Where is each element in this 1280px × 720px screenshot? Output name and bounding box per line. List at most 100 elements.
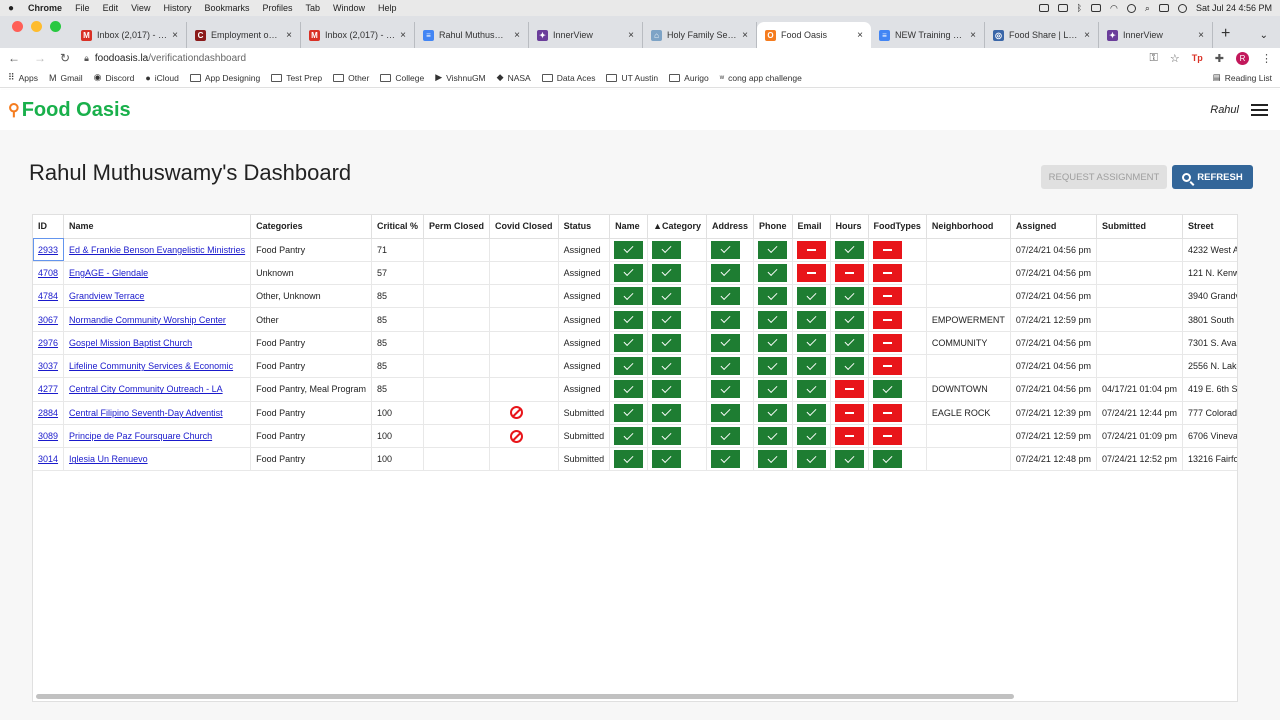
table-row[interactable]: 3089 Principe de Paz Foursquare Church Foo… (33, 424, 1237, 449)
cell-id[interactable]: 4277 (33, 377, 65, 402)
resource-name-link[interactable]: Normandie Community Worship Center (69, 315, 226, 325)
refresh-button[interactable]: REFRESH (1172, 165, 1253, 189)
menu-edit[interactable]: Edit (103, 3, 119, 13)
cell-id[interactable]: 3067 (33, 307, 65, 332)
bookmark-star-icon[interactable]: ☆ (1170, 52, 1180, 65)
menubar-clock[interactable]: Sat Jul 24 4:56 PM (1196, 3, 1272, 13)
column-header[interactable]: Perm Closed (423, 215, 491, 239)
extension-tp-icon[interactable]: Tp (1192, 53, 1203, 63)
zoom-window-button[interactable] (50, 20, 61, 32)
resource-id-link[interactable]: 3037 (38, 361, 58, 371)
lock-icon[interactable]: 🔒︎ (84, 53, 89, 64)
password-key-icon[interactable]: ⚿ (1150, 52, 1158, 65)
cell-id[interactable]: 4784 (33, 284, 65, 309)
cell-name[interactable]: Principe de Paz Foursquare Church (63, 424, 252, 449)
resource-name-link[interactable]: EngAGE - Glendale (69, 268, 148, 278)
resource-name-link[interactable]: Ed & Frankie Benson Evangelistic Ministr… (69, 245, 245, 255)
bookmark-item[interactable]: College (380, 73, 424, 83)
cell-id[interactable]: 3089 (33, 424, 65, 449)
resource-id-link[interactable]: 4277 (38, 384, 58, 394)
column-header[interactable]: Neighborhood (926, 215, 1011, 239)
cell-id[interactable]: 2933 (33, 238, 65, 262)
spotlight-icon[interactable]: ⌕ (1145, 3, 1150, 14)
cell-name[interactable]: Normandie Community Worship Center (63, 307, 252, 332)
apple-menu-icon[interactable]: ● (8, 3, 14, 14)
column-header[interactable]: ▲Category (647, 215, 708, 239)
table-row[interactable]: 2933 Ed & Frankie Benson Evangelistic Min… (33, 238, 1237, 262)
bluetooth-icon[interactable]: ᛒ (1077, 3, 1082, 13)
bookmark-item[interactable]: App Designing (189, 73, 260, 83)
column-header[interactable]: FoodTypes (868, 215, 927, 239)
table-row[interactable]: 2884 Central Filipino Seventh-Day Adventi… (33, 401, 1237, 425)
new-tab-button[interactable]: + (1213, 25, 1240, 48)
resource-id-link[interactable]: 4784 (38, 291, 58, 301)
bookmark-item[interactable]: ▶ VishnuGM (435, 72, 485, 83)
bookmark-item[interactable]: ʷ cong app challenge (720, 73, 802, 83)
address-bar[interactable]: foodoasis.la/verificationdashboard (95, 53, 1150, 64)
bookmark-item[interactable]: M Gmail (49, 73, 83, 83)
bookmark-item[interactable]: Test Prep (271, 73, 322, 83)
cell-id[interactable]: 4708 (33, 261, 65, 286)
cell-name[interactable]: Central City Community Outreach - LA (63, 377, 252, 402)
table-row[interactable]: 3014 Iglesia Un Renuevo Food Pantry 100 Subm… (33, 447, 1237, 472)
menu-help[interactable]: Help (378, 3, 397, 13)
browser-tab[interactable]: ✦ InnerView × (529, 22, 643, 48)
column-header[interactable]: ID (33, 215, 65, 239)
resource-id-link[interactable]: 2976 (38, 338, 58, 348)
browser-tab[interactable]: M Inbox (2,017) - rmu × (301, 22, 415, 48)
food-oasis-logo[interactable]: ⚲ Food Oasis (8, 99, 131, 122)
resource-name-link[interactable]: Principe de Paz Foursquare Church (69, 431, 212, 441)
column-header[interactable]: Submitted (1096, 215, 1184, 239)
bookmark-item[interactable]: ◆ NASA (497, 72, 531, 83)
reload-icon[interactable]: ↻ (60, 51, 70, 65)
column-header[interactable]: Phone (753, 215, 793, 239)
status-app-icon[interactable] (1057, 4, 1068, 12)
column-header[interactable]: Address (706, 215, 755, 239)
browser-tab[interactable]: O Food Oasis × (757, 22, 871, 48)
request-assignment-button[interactable]: REQUEST ASSIGNMENT (1041, 165, 1167, 189)
close-tab-icon[interactable]: × (400, 30, 406, 41)
resource-name-link[interactable]: Iglesia Un Renuevo (69, 454, 148, 464)
browser-tab[interactable]: ≡ Rahul Muthuswam × (415, 22, 529, 48)
resource-name-link[interactable]: Gospel Mission Baptist Church (69, 338, 192, 348)
bookmark-item[interactable]: ● iCloud (145, 73, 179, 83)
control-center-icon[interactable] (1158, 4, 1169, 12)
close-window-button[interactable] (12, 20, 23, 32)
battery-icon[interactable] (1091, 4, 1102, 12)
menu-history[interactable]: History (163, 3, 191, 13)
resource-id-link[interactable]: 2884 (38, 408, 58, 418)
cell-name[interactable]: Iglesia Un Renuevo (63, 447, 252, 472)
cell-name[interactable]: Lifeline Community Services & Economic (63, 354, 252, 379)
resource-id-link[interactable]: 2933 (38, 245, 58, 255)
close-tab-icon[interactable]: × (1084, 30, 1090, 41)
tab-search-icon[interactable]: ⌄ (1260, 30, 1280, 48)
browser-tab[interactable]: C Employment oppo × (187, 22, 301, 48)
chrome-menu-icon[interactable]: ⋮ (1261, 52, 1272, 65)
browser-tab[interactable]: ◎ Food Share | La He × (985, 22, 1099, 48)
resource-name-link[interactable]: Grandview Terrace (69, 291, 144, 301)
close-tab-icon[interactable]: × (172, 30, 178, 41)
forward-icon[interactable]: → (34, 51, 46, 65)
column-header[interactable]: Covid Closed (489, 215, 559, 239)
profile-avatar[interactable]: R (1236, 51, 1249, 65)
siri-icon[interactable] (1177, 3, 1187, 13)
resource-id-link[interactable]: 3067 (38, 315, 58, 325)
horizontal-scrollbar[interactable] (36, 694, 1014, 699)
resource-id-link[interactable]: 3089 (38, 431, 58, 441)
cell-id[interactable]: 2884 (33, 401, 65, 425)
column-header[interactable]: Email (792, 215, 831, 239)
close-tab-icon[interactable]: × (514, 30, 520, 41)
cell-name[interactable]: Central Filipino Seventh-Day Adventist (63, 401, 252, 425)
browser-tab[interactable]: ⌂ Holy Family Servic × (643, 22, 757, 48)
close-tab-icon[interactable]: × (742, 30, 748, 41)
menu-window[interactable]: Window (333, 3, 365, 13)
table-row[interactable]: 3067 Normandie Community Worship Center Ot… (33, 307, 1237, 332)
resource-name-link[interactable]: Lifeline Community Services & Economic (69, 361, 233, 371)
extensions-puzzle-icon[interactable]: ✚ (1215, 52, 1224, 65)
browser-tab[interactable]: M Inbox (2,017) - rmu × (73, 22, 187, 48)
table-row[interactable]: 4277 Central City Community Outreach - LA… (33, 377, 1237, 402)
table-row[interactable]: 2976 Gospel Mission Baptist Church Food Pa… (33, 331, 1237, 355)
cell-id[interactable]: 2976 (33, 331, 65, 355)
resource-id-link[interactable]: 3014 (38, 454, 58, 464)
column-header[interactable]: Status (558, 215, 611, 239)
